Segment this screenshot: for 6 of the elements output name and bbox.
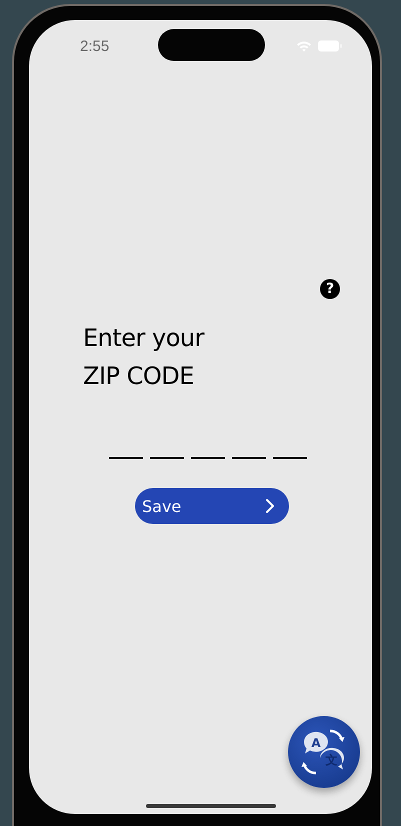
title: Enter your ZIP CODE (83, 323, 206, 392)
translate-button[interactable]: A 文 (288, 716, 360, 788)
save-button[interactable]: Save (135, 488, 289, 524)
chevron-right-icon (265, 498, 275, 514)
status-time: 2:55 (80, 38, 110, 54)
help-button[interactable]: ? (320, 279, 340, 299)
